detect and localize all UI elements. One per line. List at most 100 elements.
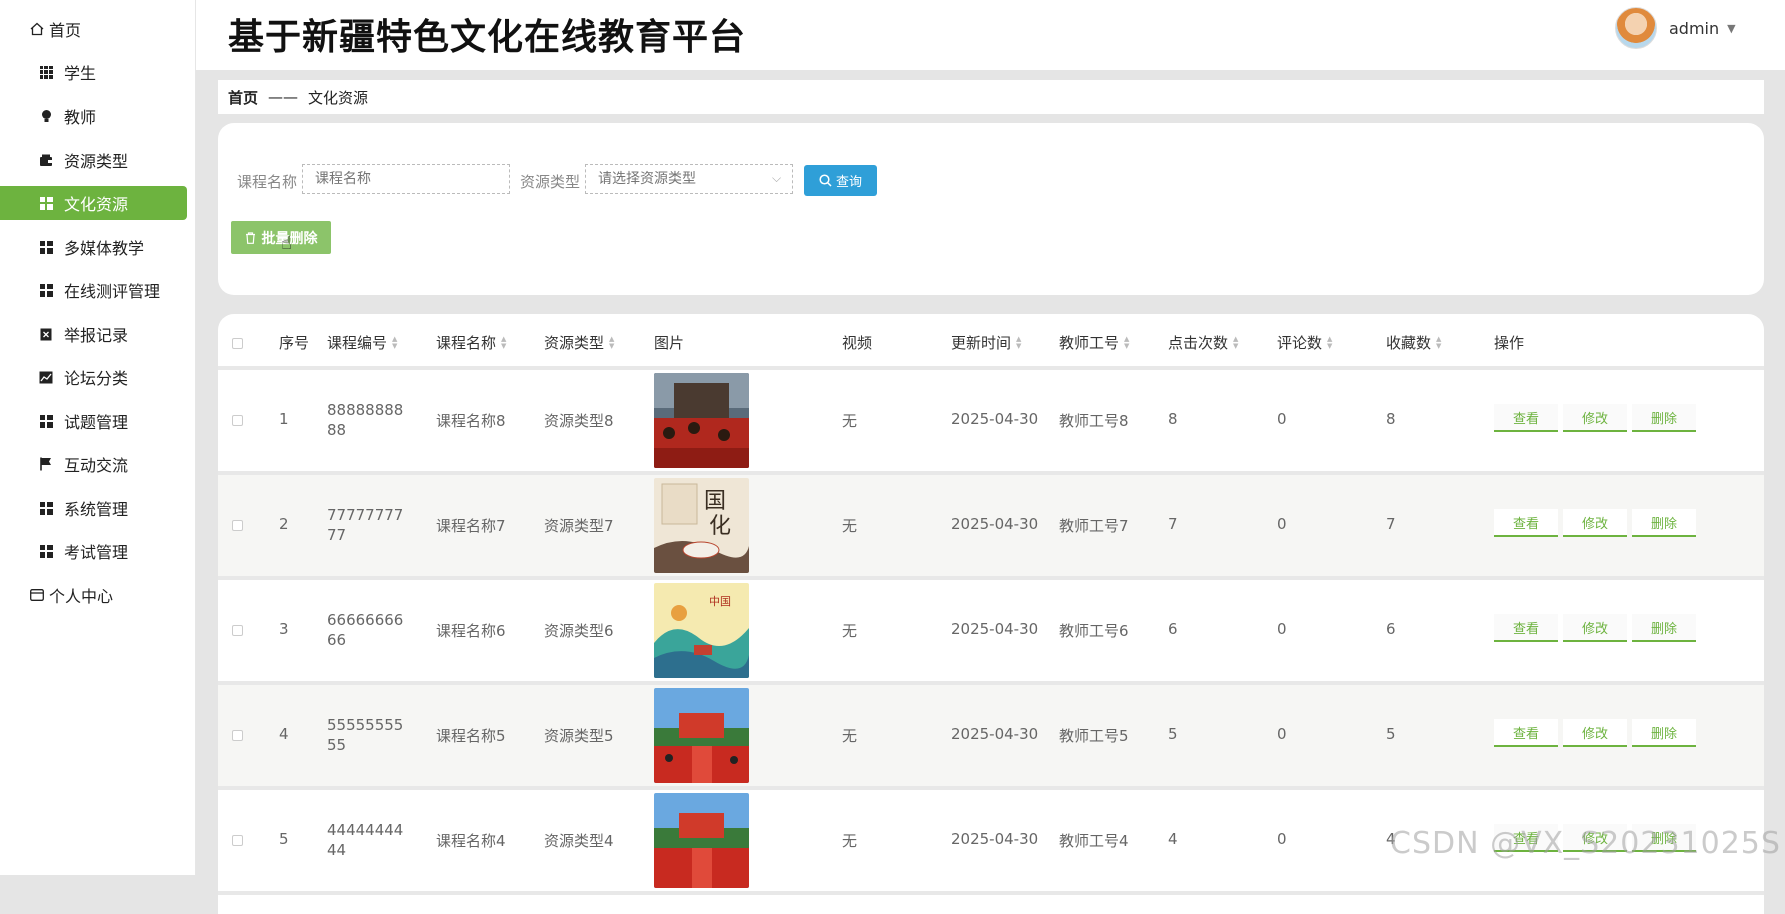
sort-icon: ▲ ▼: [1327, 334, 1333, 350]
view-button[interactable]: 查看: [1494, 614, 1558, 642]
sidebar-item-online-assessment[interactable]: 在线测评管理: [0, 273, 195, 307]
row-checkbox[interactable]: [232, 520, 243, 531]
sort-icon: ▲ ▼: [392, 334, 398, 350]
user-name[interactable]: admin: [1669, 19, 1719, 38]
avatar[interactable]: [1615, 7, 1657, 49]
sidebar-item-label: 在线测评管理: [64, 282, 161, 301]
cell-name: 课程名称4: [436, 832, 506, 850]
row-checkbox[interactable]: [232, 625, 243, 636]
sidebar-item-label: 系统管理: [64, 500, 129, 519]
resource-thumbnail[interactable]: [654, 373, 749, 468]
svg-text:中国: 中国: [709, 595, 731, 608]
resource-type-label: 资源类型: [520, 173, 581, 191]
trash-icon: [245, 231, 255, 244]
resource-type-select[interactable]: [585, 164, 793, 194]
resource-thumbnail[interactable]: 国化: [654, 478, 749, 573]
sidebar-item-exam-management[interactable]: 考试管理: [0, 534, 195, 568]
sidebar-item-label: 文化资源: [64, 195, 129, 214]
delete-button[interactable]: 删除: [1632, 719, 1696, 747]
table-header: 序号 课程编号 ▲ ▼ 课程名称 ▲ ▼ 资源类型 ▲ ▼ 图片 视频 更新时间 ▲ ▼ 教师工…: [218, 314, 1764, 370]
resource-thumbnail[interactable]: 中国: [654, 583, 749, 678]
cell-name: 课程名称5: [436, 727, 506, 745]
sidebar-item-multimedia[interactable]: 多媒体教学: [0, 230, 195, 264]
row-checkbox[interactable]: [232, 835, 243, 846]
course-name-input[interactable]: [302, 164, 510, 194]
cell-type: 资源类型5: [544, 727, 614, 745]
sidebar: 首页 学生 教师 资源类型 文化资源 多媒体教学 在线测评管理 举报记录 论坛分…: [0, 0, 196, 875]
sidebar-item-reports[interactable]: 举报记录: [0, 317, 195, 351]
select-all-checkbox[interactable]: [232, 338, 243, 349]
wallet-icon: [38, 152, 54, 168]
cell-clicks: 4: [1168, 830, 1178, 848]
cell-index: 3: [279, 620, 289, 638]
table-row: 3 6666666666 课程名称6 资源类型6 中国 无 2025-04-30…: [218, 580, 1764, 685]
sidebar-item-label: 试题管理: [64, 413, 129, 432]
view-button[interactable]: 查看: [1494, 509, 1558, 537]
cell-comments: 0: [1277, 410, 1287, 428]
resource-thumbnail[interactable]: [654, 793, 749, 888]
cell-teacher: 教师工号5: [1059, 727, 1129, 745]
sidebar-item-question-management[interactable]: 试题管理: [0, 404, 195, 438]
sidebar-item-interaction[interactable]: 互动交流: [0, 447, 195, 481]
clipboard-icon: [38, 326, 54, 342]
grid-icon: [38, 413, 54, 429]
hand-cursor-icon: ☝: [281, 233, 292, 254]
sidebar-item-label: 学生: [64, 64, 97, 83]
grid-icon: [38, 282, 54, 298]
breadcrumb-home[interactable]: 首页: [228, 87, 258, 108]
cell-video: 无: [842, 517, 858, 535]
sort-icon: ▲ ▼: [1436, 334, 1442, 350]
sidebar-item-teachers[interactable]: 教师: [0, 99, 195, 133]
data-table: 序号 课程编号 ▲ ▼ 课程名称 ▲ ▼ 资源类型 ▲ ▼ 图片 视频 更新时间 ▲ ▼ 教师工…: [218, 314, 1764, 914]
grid-icon: [38, 64, 54, 80]
th-updated[interactable]: 更新时间 ▲ ▼: [951, 332, 1021, 353]
caret-down-icon[interactable]: ▼: [1727, 22, 1735, 35]
svg-text:化: 化: [709, 514, 731, 539]
edit-button[interactable]: 修改: [1563, 719, 1627, 747]
sidebar-item-resource-types[interactable]: 资源类型: [0, 143, 195, 177]
cell-code: 6666666666: [327, 611, 404, 649]
edit-button[interactable]: 修改: [1563, 614, 1627, 642]
row-checkbox[interactable]: [232, 415, 243, 426]
cell-type: 资源类型7: [544, 517, 614, 535]
sidebar-item-students[interactable]: 学生: [0, 55, 195, 89]
sidebar-item-home[interactable]: 首页: [0, 12, 195, 46]
query-button-label: 查询: [835, 174, 862, 189]
delete-button[interactable]: 删除: [1632, 404, 1696, 432]
cell-updated: 2025-04-30: [951, 830, 1039, 848]
cell-code: 7777777777: [327, 506, 404, 544]
sidebar-item-system-management[interactable]: 系统管理: [0, 491, 195, 525]
edit-button[interactable]: 修改: [1563, 404, 1627, 432]
edit-button[interactable]: 修改: [1563, 509, 1627, 537]
sidebar-item-personal-center[interactable]: 个人中心: [0, 578, 195, 612]
delete-button[interactable]: 删除: [1632, 614, 1696, 642]
cell-index: 5: [279, 830, 289, 848]
sidebar-item-label: 个人中心: [49, 587, 114, 606]
sidebar-item-label: 互动交流: [64, 456, 129, 475]
sort-icon: ▲ ▼: [501, 334, 507, 350]
breadcrumb-separator: ——: [268, 88, 299, 106]
th-comments[interactable]: 评论数 ▲ ▼: [1277, 332, 1332, 353]
query-button[interactable]: 查询: [804, 165, 877, 196]
app-title: 基于新疆特色文化在线教育平台: [228, 17, 747, 58]
row-checkbox[interactable]: [232, 730, 243, 741]
th-name[interactable]: 课程名称 ▲ ▼: [436, 332, 506, 353]
sidebar-item-forum-categories[interactable]: 论坛分类: [0, 360, 195, 394]
th-favorites[interactable]: 收藏数 ▲ ▼: [1386, 332, 1441, 353]
view-button[interactable]: 查看: [1494, 719, 1558, 747]
flag-icon: [38, 456, 54, 472]
delete-button[interactable]: 删除: [1632, 509, 1696, 537]
th-type[interactable]: 资源类型 ▲ ▼: [544, 332, 614, 353]
cell-favorites: 6: [1386, 620, 1396, 638]
chevron-down-icon[interactable]: ⌵: [772, 171, 781, 186]
th-teacher[interactable]: 教师工号 ▲ ▼: [1059, 332, 1129, 353]
th-clicks[interactable]: 点击次数 ▲ ▼: [1168, 332, 1238, 353]
breadcrumb-current: 文化资源: [308, 88, 369, 107]
sidebar-item-culture-resources[interactable]: 文化资源: [0, 186, 187, 220]
table-row: 1 8888888888 课程名称8 资源类型8 无 2025-04-30 教师…: [218, 370, 1764, 475]
view-button[interactable]: 查看: [1494, 404, 1558, 432]
sidebar-item-label: 教师: [64, 108, 97, 127]
user-menu[interactable]: admin ▼: [1615, 7, 1736, 49]
resource-thumbnail[interactable]: [654, 688, 749, 783]
th-code[interactable]: 课程编号 ▲ ▼: [327, 332, 397, 353]
